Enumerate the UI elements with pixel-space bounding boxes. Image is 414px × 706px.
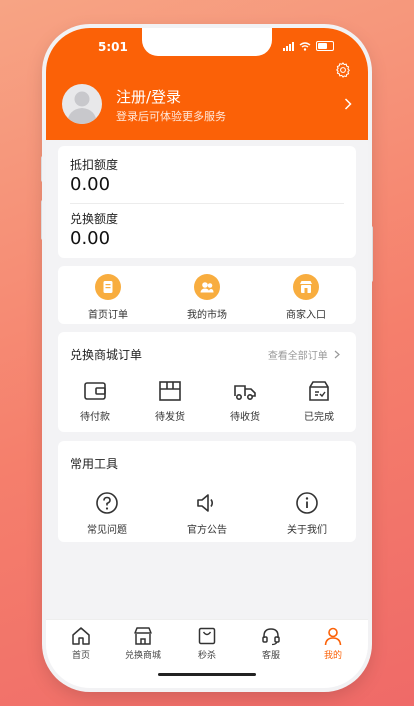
info-icon [296,492,318,514]
bag-icon [198,627,216,645]
wifi-icon [299,41,311,51]
quick-link-home-orders[interactable]: 首页订单 [63,266,153,322]
tab-label: 秒杀 [197,651,216,661]
order-status-pending-receipt[interactable]: 待收货 [208,380,282,423]
side-button-left-2 [41,200,45,240]
home-icon [72,627,90,645]
view-all-orders-label: 查看全部订单 [267,351,328,362]
document-icon [95,274,121,300]
orders-title: 兑换商城订单 [70,348,143,362]
orders-card: 兑换商城订单 查看全部订单 待付款 待发货 待收货 已完成 [58,332,356,432]
box-icon [159,381,181,401]
order-status-label: 待收货 [230,412,260,423]
signal-icon [283,41,294,51]
person-icon [324,627,342,646]
side-button-right [369,226,373,282]
quick-link-my-market[interactable]: 我的市场 [162,266,252,322]
avatar[interactable] [62,84,102,124]
store-icon [134,627,152,645]
order-status-pending-shipment[interactable]: 待发货 [133,380,207,423]
divider [70,203,344,204]
tab-customer-service[interactable]: 客服 [239,626,303,661]
login-title[interactable]: 注册/登录 [116,86,181,107]
side-button-left [41,156,45,182]
tab-flash-sale[interactable]: 秒杀 [175,626,239,661]
exchange-value: 0.00 [70,228,111,249]
bottom-tab-bar: 首页 兑换商城 秒杀 客服 我的 [46,619,368,688]
tool-label: 关于我们 [287,525,327,536]
balance-card: 抵扣额度 0.00 兑换额度 0.00 [58,146,356,258]
question-icon [96,492,118,514]
order-status-label: 已完成 [304,412,334,423]
tool-faq[interactable]: 常见问题 [70,491,144,536]
tool-about-us[interactable]: 关于我们 [270,491,344,536]
tab-label: 客服 [261,651,280,661]
users-icon [194,274,220,300]
quick-link-merchant[interactable]: 商家入口 [261,266,351,322]
tab-exchange-store[interactable]: 兑换商城 [111,626,175,661]
phone-frame: 5:01 注册/登录 登录后可体验更多服务 抵扣额度 0.00 兑换额度 0.0… [46,28,368,688]
status-icons [283,41,334,51]
home-indicator [158,673,256,676]
speaker-icon [197,494,214,512]
order-status-pending-payment[interactable]: 待付款 [58,380,132,423]
order-status-label: 待付款 [80,412,110,423]
tool-announcements[interactable]: 官方公告 [170,491,244,536]
order-status-label: 待发货 [155,412,185,423]
tab-label: 我的 [323,651,342,661]
deduct-label: 抵扣额度 [70,158,119,172]
shop-icon [293,274,319,300]
order-status-completed[interactable]: 已完成 [282,380,356,423]
tab-mine[interactable]: 我的 [301,626,365,661]
tools-title: 常用工具 [70,457,119,471]
status-time: 5:01 [98,40,128,54]
tool-label: 官方公告 [187,525,227,536]
login-subtitle: 登录后可体验更多服务 [116,110,226,123]
wallet-icon [84,382,106,400]
gear-icon[interactable] [334,61,352,79]
deduct-value: 0.00 [70,174,111,195]
quick-links-card: 首页订单 我的市场 商家入口 [58,266,356,324]
battery-icon [316,41,334,51]
profile-header: 5:01 注册/登录 登录后可体验更多服务 [46,28,368,140]
exchange-label: 兑换额度 [70,212,119,226]
tab-label: 兑换商城 [124,651,161,661]
view-all-orders-link[interactable]: 查看全部订单 [268,347,340,362]
tools-card: 常用工具 常见问题 官方公告 关于我们 [58,441,356,542]
quick-link-label: 首页订单 [88,310,128,321]
headset-icon [262,628,280,646]
quick-link-label: 商家入口 [286,310,326,321]
tab-label: 首页 [71,651,90,661]
chevron-right-icon [334,350,340,359]
default-avatar-icon [67,91,97,124]
phone-notch [142,28,272,56]
completed-box-icon [309,381,329,401]
chevron-right-icon[interactable] [344,98,352,110]
truck-icon [234,385,256,401]
tool-label: 常见问题 [87,525,127,536]
tab-home[interactable]: 首页 [49,626,113,661]
screen: 5:01 注册/登录 登录后可体验更多服务 抵扣额度 0.00 兑换额度 0.0… [46,28,368,688]
quick-link-label: 我的市场 [187,310,227,321]
